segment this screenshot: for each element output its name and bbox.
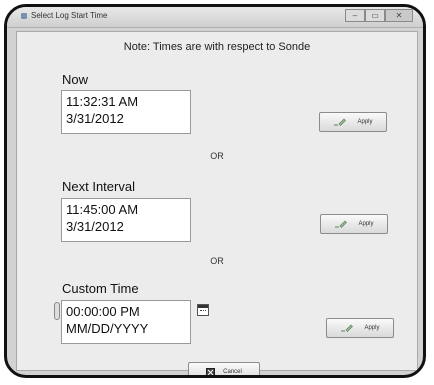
window-title: Select Log Start Time [31, 11, 108, 20]
next-interval-time-field[interactable]: 11:45:00 AM 3/31/2012 [61, 198, 191, 242]
now-label: Now [62, 72, 89, 87]
minimize-button[interactable]: – [345, 9, 365, 22]
next-interval-apply-label: Apply [358, 221, 374, 227]
now-date-value: 3/31/2012 [66, 111, 124, 126]
custom-date-value: MM/DD/YYYY [66, 321, 149, 336]
custom-time-label: Custom Time [62, 281, 139, 296]
next-interval-apply-button[interactable]: Apply [320, 214, 388, 234]
cancel-button[interactable]: Cancel [188, 362, 260, 375]
next-interval-date-value: 3/31/2012 [66, 219, 124, 234]
custom-time-spinner[interactable] [54, 302, 60, 320]
close-button[interactable]: ✕ [385, 9, 413, 22]
now-apply-button[interactable]: Apply [319, 112, 387, 132]
note-text: Note: Times are with respect to Sonde [123, 41, 311, 53]
app-icon [21, 13, 27, 19]
custom-time-field[interactable]: 00:00:00 PM MM/DD/YYYY [61, 300, 191, 344]
next-interval-time-value: 11:45:00 AM [66, 202, 139, 217]
calendar-icon[interactable] [197, 304, 209, 316]
or-separator-1: OR [210, 151, 224, 161]
dialog-body: Note: Times are with respect to Sonde No… [16, 31, 418, 375]
pen-check-icon [335, 220, 348, 228]
custom-time-apply-button[interactable]: Apply [326, 318, 394, 338]
next-interval-label: Next Interval [62, 179, 135, 194]
now-apply-label: Apply [357, 119, 373, 125]
now-time-field[interactable]: 11:32:31 AM 3/31/2012 [61, 90, 191, 134]
dialog-window: Select Log Start Time – ▭ ✕ Note: Times … [4, 4, 426, 378]
title-bar: Select Log Start Time – ▭ ✕ [7, 7, 423, 28]
window-controls: – ▭ ✕ [345, 9, 413, 22]
now-time-value: 11:32:31 AM [66, 94, 139, 109]
cancel-label: Cancel [223, 369, 242, 375]
close-box-icon [206, 367, 216, 375]
pen-check-icon [334, 118, 347, 126]
custom-time-apply-label: Apply [364, 325, 380, 331]
pen-check-icon [341, 324, 354, 332]
or-separator-2: OR [210, 256, 224, 266]
maximize-button[interactable]: ▭ [365, 9, 385, 22]
custom-time-value: 00:00:00 PM [66, 304, 140, 319]
